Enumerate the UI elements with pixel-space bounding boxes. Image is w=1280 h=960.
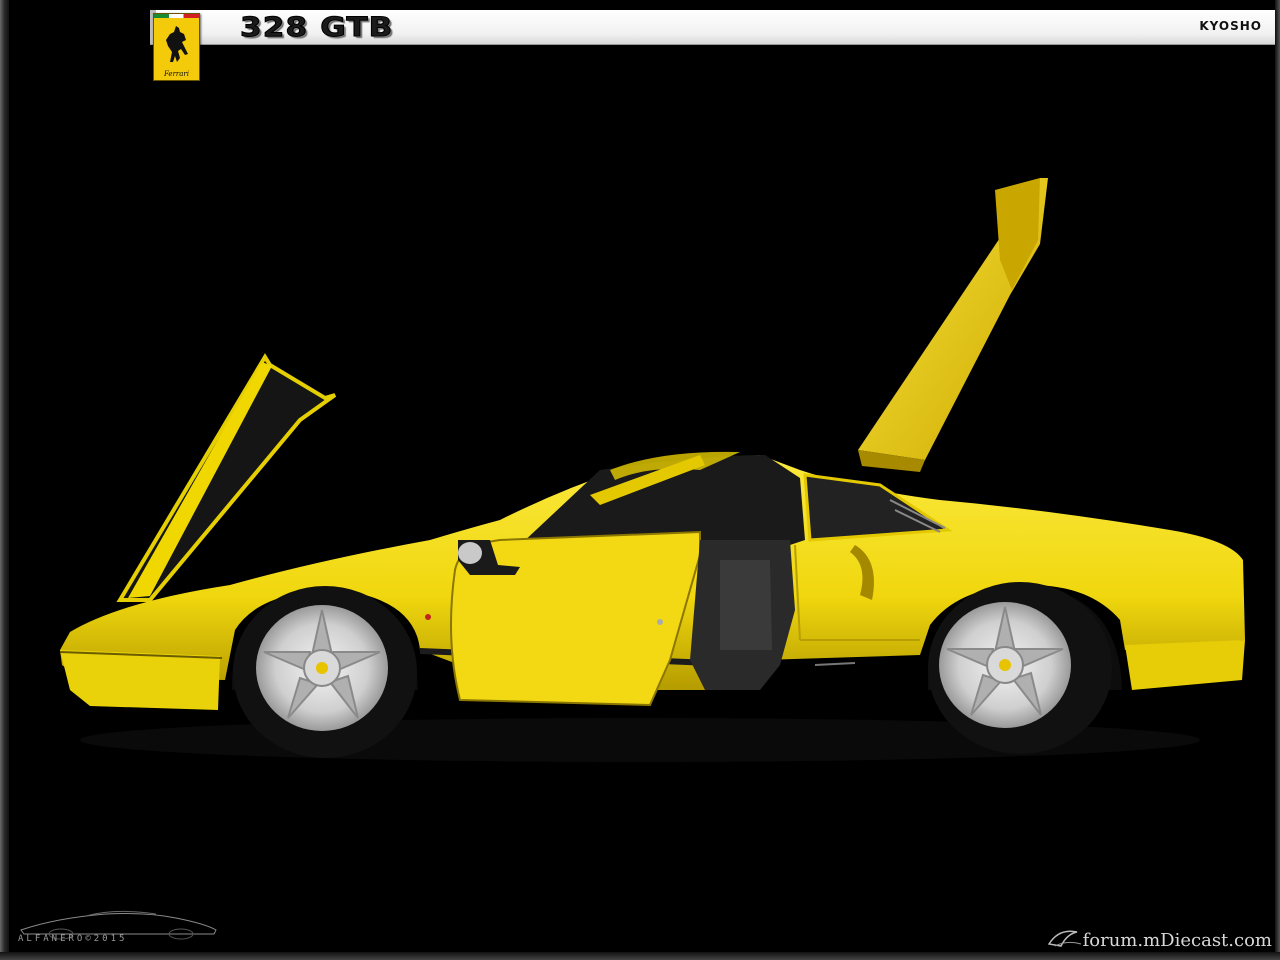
frame-border-bottom — [0, 952, 1280, 960]
page-title: 328 GTB — [239, 12, 394, 44]
watermark-right: forum.mDiecast.com — [1082, 930, 1272, 951]
forum-swoosh-icon — [1047, 930, 1082, 947]
italian-flag-stripe — [154, 14, 199, 18]
car-photo — [59, 178, 1245, 762]
frame-border-right — [1275, 0, 1280, 960]
brand-label: KYOSHO — [1199, 19, 1262, 33]
ferrari-badge: Ferrari — [153, 13, 200, 81]
photo-frame: 328 GTB KYOSHO Ferrari ALFANERO©2015 for… — [0, 0, 1280, 960]
badge-text: Ferrari — [163, 70, 190, 78]
watermark-left: ALFANERO©2015 — [18, 934, 128, 944]
prancing-horse-icon — [166, 26, 188, 62]
frame-border-left — [0, 0, 9, 960]
